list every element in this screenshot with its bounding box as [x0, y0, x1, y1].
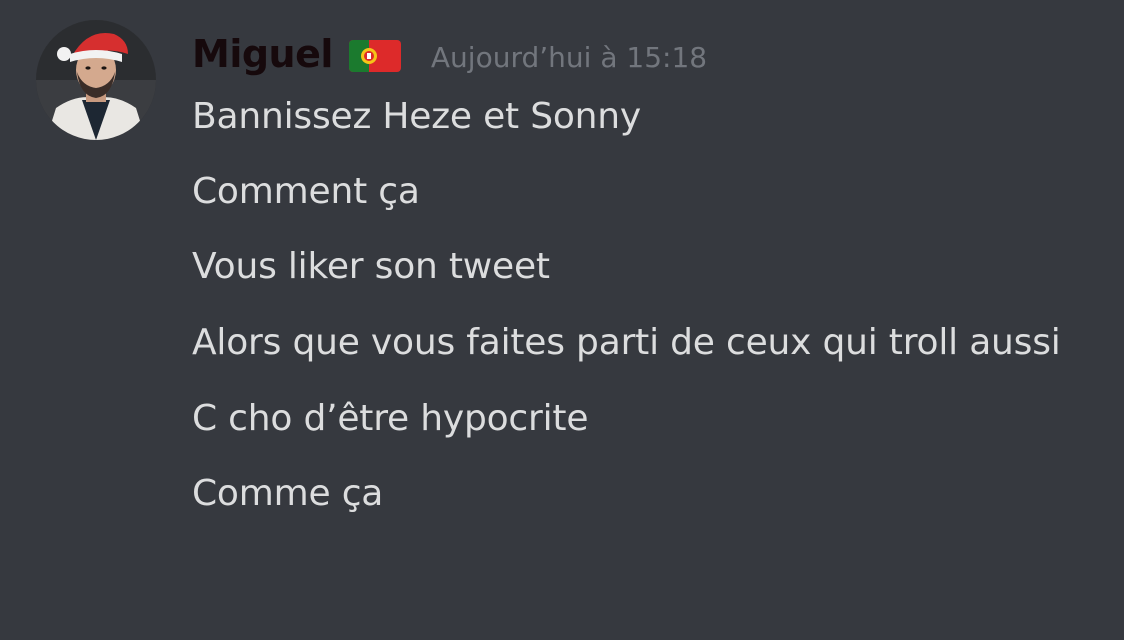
avatar-image — [36, 20, 156, 140]
message-content: Bannissez Heze et Sonny Comment ça Vous … — [192, 88, 1092, 540]
message-line: Alors que vous faites parti de ceux qui … — [192, 322, 1061, 363]
user-avatar[interactable] — [36, 20, 156, 140]
message-timestamp: Aujourd’hui à 15:18 — [430, 41, 708, 74]
message-line: Comme ça — [192, 473, 384, 514]
portugal-flag-icon — [348, 38, 401, 74]
message-line: Vous liker son tweet — [192, 246, 550, 287]
username[interactable]: Miguel — [192, 24, 333, 84]
message-line: Comment ça — [192, 171, 420, 212]
message-line: Bannissez Heze et Sonny — [192, 96, 642, 137]
message-line: C cho d’être hypocrite — [192, 398, 589, 439]
chat-message: Miguel Aujourd’hui à 15:18 Bannissez Hez… — [0, 0, 1124, 640]
message-header: Miguel Aujourd’hui à 15:18 — [192, 24, 707, 84]
